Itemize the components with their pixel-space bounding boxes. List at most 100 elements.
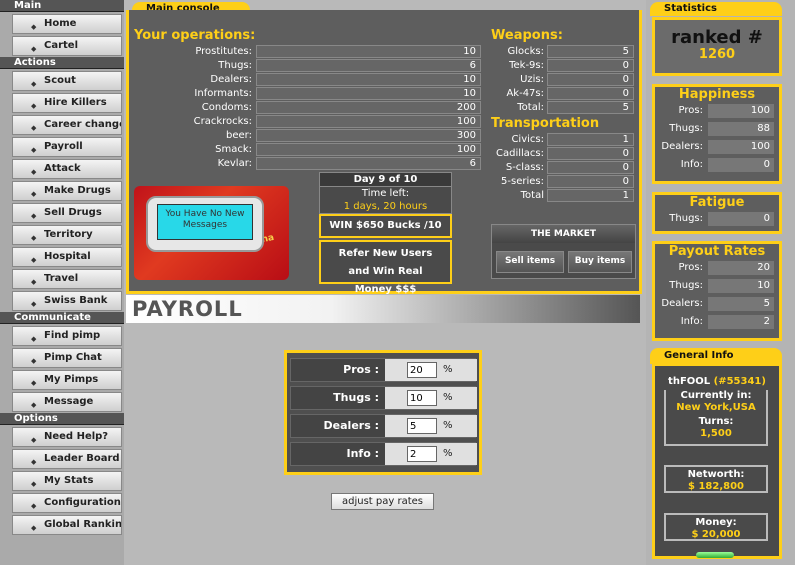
stat-label: Prostitutes: (195, 46, 252, 57)
sidebar-item-label: Pimp Chat (44, 352, 102, 363)
sidebar-item-label: Find pimp (44, 330, 101, 341)
stat-row: Info: 2 (655, 313, 779, 331)
buy-items-button[interactable]: Buy items (568, 251, 632, 273)
stat-value: 300 (256, 129, 481, 142)
stat-label: Dealers: (210, 74, 252, 85)
money-label: Money: (695, 517, 737, 528)
stat-value: 6 (256, 59, 481, 72)
bullet-icon: ◆ (31, 102, 37, 110)
adjust-pay-rates-button[interactable]: adjust pay rates (331, 493, 434, 510)
stat-label: Uzis: (520, 74, 544, 85)
stat-value: 0 (708, 212, 774, 226)
stat-label: Smack: (215, 144, 252, 155)
bullet-icon: ◆ (31, 278, 37, 286)
stat-row: Dealers: 5 (655, 295, 779, 313)
user-line: thFOOL (#55341) (655, 376, 779, 388)
sidebar-item-travel[interactable]: ◆ Travel (12, 269, 122, 289)
payroll-row: Dealers :% (290, 414, 477, 438)
sidebar-item-configuration[interactable]: ◆ Configuration (12, 493, 122, 513)
sidebar-section-header: Communicate (0, 312, 124, 324)
sidebar-item-leader-board[interactable]: ◆ Leader Board (12, 449, 122, 469)
stat-value: 100 (256, 143, 481, 156)
sidebar-item-career-change[interactable]: ◆ Career change (12, 115, 122, 135)
day-box: Day 9 of 10 Time left: 1 days, 20 hours (319, 172, 452, 214)
stat-label: Glocks: (507, 46, 544, 57)
money-box: Money: $ 20,000 (664, 513, 768, 541)
payroll-input[interactable] (407, 418, 437, 434)
sidebar-item-find-pimp[interactable]: ◆ Find pimp (12, 326, 122, 346)
general-info-tab: General Info (650, 348, 782, 364)
sidebar-section-header: Actions (0, 57, 124, 69)
sidebar: Main ◆ Home ◆ Cartel Actions ◆ Scout ◆ Hire Kille… (0, 0, 124, 565)
stat-value: 20 (708, 261, 774, 275)
sidebar-item-need-help[interactable]: ◆ Need Help? (12, 427, 122, 447)
stat-row: Pros: 20 (655, 259, 779, 277)
payroll-row: Thugs :% (290, 386, 477, 410)
sidebar-item-cartel[interactable]: ◆ Cartel (12, 36, 122, 56)
percent-unit: % (443, 420, 453, 431)
stat-label: Dealers: (661, 298, 703, 309)
networth-box: Networth: $ 182,800 (664, 465, 768, 493)
stat-label: Thugs: (218, 60, 252, 71)
refer-banner[interactable]: Refer New Users and Win Real Money $$$ (319, 240, 452, 295)
sidebar-item-payroll[interactable]: ◆ Payroll (12, 137, 122, 157)
sidebar-item-territory[interactable]: ◆ Territory (12, 225, 122, 245)
sidebar-item-swiss-bank[interactable]: ◆ Swiss Bank (12, 291, 122, 311)
location-box: Currently in: New York,USA Turns: 1,500 (664, 390, 768, 446)
happiness-title: Happiness (678, 87, 756, 102)
stat-value: 88 (708, 122, 774, 136)
sidebar-item-pimp-chat[interactable]: ◆ Pimp Chat (12, 348, 122, 368)
payroll-form: Pros :%Thugs :%Dealers :%Info :% (284, 350, 482, 475)
center-area: Main console Your operations: Prostitute… (124, 0, 646, 565)
pager-message: You Have No New Messages (165, 209, 245, 230)
sidebar-item-hire-killers[interactable]: ◆ Hire Killers (12, 93, 122, 113)
bullet-icon: ◆ (31, 401, 37, 409)
sidebar-item-label: Hospital (44, 251, 91, 262)
ranked-label: ranked # (671, 27, 763, 48)
sidebar-item-home[interactable]: ◆ Home (12, 14, 122, 34)
stat-label: Total: (517, 102, 544, 113)
pager-screen: You Have No New Messages (146, 196, 264, 252)
stat-value: 2 (708, 315, 774, 329)
stat-label: Crackrocks: (193, 116, 252, 127)
sidebar-item-hospital[interactable]: ◆ Hospital (12, 247, 122, 267)
fatigue-panel: Fatigue Thugs: 0 (652, 192, 782, 234)
stat-label: Pros: (678, 262, 703, 273)
sidebar-item-my-pimps[interactable]: ◆ My Pimps (12, 370, 122, 390)
bullet-icon: ◆ (31, 480, 37, 488)
bullet-icon: ◆ (31, 436, 37, 444)
sidebar-item-message[interactable]: ◆ Message (12, 392, 122, 412)
market-title: THE MARKET (492, 225, 635, 243)
stat-value: 100 (708, 140, 774, 154)
stat-row: Info: 0 (655, 156, 779, 174)
sidebar-item-my-stats[interactable]: ◆ My Stats (12, 471, 122, 491)
sidebar-item-global-ranking[interactable]: ◆ Global Ranking (12, 515, 122, 535)
stat-label: Thugs: (669, 213, 703, 224)
sell-items-button[interactable]: Sell items (496, 251, 564, 273)
stat-row: Thugs: 10 (655, 277, 779, 295)
turns-value: 1,500 (700, 428, 732, 439)
payroll-input[interactable] (407, 390, 437, 406)
sidebar-item-scout[interactable]: ◆ Scout (12, 71, 122, 91)
pager[interactable]: Marijuana You Have No New Messages (134, 186, 289, 280)
sidebar-item-make-drugs[interactable]: ◆ Make Drugs (12, 181, 122, 201)
sidebar-item-label: Travel (44, 273, 79, 284)
stat-value: 1 (547, 189, 634, 202)
stat-label: Tek-9s: (509, 60, 544, 71)
bullet-icon: ◆ (31, 234, 37, 242)
fatigue-list: Thugs: 0 (655, 210, 779, 228)
win-banner[interactable]: WIN $650 Bucks /10 days (319, 214, 452, 251)
sidebar-item-sell-drugs[interactable]: ◆ Sell Drugs (12, 203, 122, 223)
stat-label: Dealers: (661, 141, 703, 152)
payroll-input[interactable] (407, 362, 437, 378)
payroll-header: PAYROLL (126, 295, 640, 323)
refer-label: Refer New Users and Win Real Money $$$ (338, 248, 433, 295)
right-panel: Statistics ranked # 1260 Happiness Pros:… (646, 0, 795, 565)
stat-value: 0 (708, 158, 774, 172)
percent-unit: % (443, 364, 453, 375)
payroll-label: Info : (346, 447, 380, 460)
payroll-input[interactable] (407, 446, 437, 462)
happiness-panel: Happiness Pros: 100 Thugs: 88 Dealers: 100 Inf… (652, 84, 782, 184)
sidebar-item-attack[interactable]: ◆ Attack (12, 159, 122, 179)
location-value: New York,USA (676, 402, 756, 413)
